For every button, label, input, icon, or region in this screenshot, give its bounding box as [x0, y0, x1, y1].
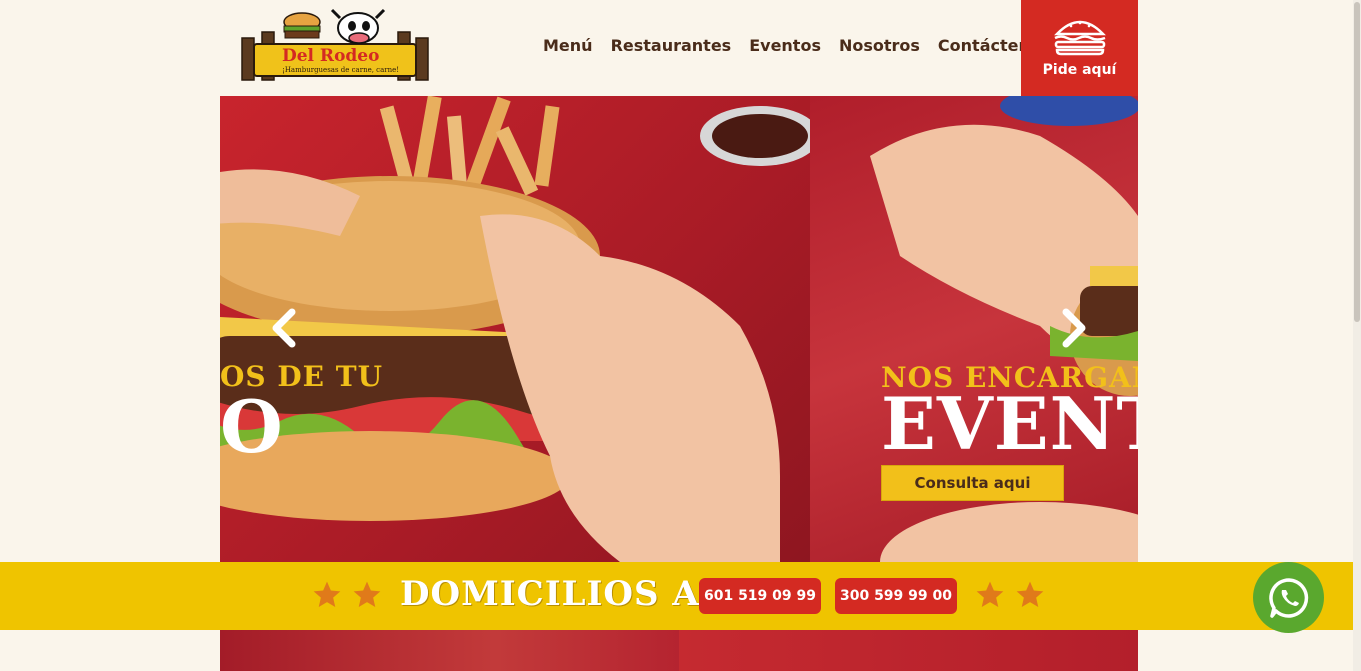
chevron-left-icon	[272, 308, 296, 348]
page-scrollbar[interactable]	[1353, 0, 1361, 671]
whatsapp-button[interactable]	[1253, 562, 1324, 633]
main-nav: Menú Restaurantes Eventos Nosotros Contá…	[543, 36, 1050, 55]
phone-button-landline[interactable]: 601 519 09 99	[699, 578, 821, 614]
slide-1-title: O	[220, 384, 284, 469]
chevron-right-icon	[1062, 308, 1086, 348]
phone-button-mobile[interactable]: 300 599 99 00	[835, 578, 957, 614]
scrollbar-thumb[interactable]	[1354, 2, 1360, 322]
logo-brand-text: Del Rodeo	[282, 46, 380, 66]
stars-left	[311, 579, 383, 611]
preview-image-left	[220, 630, 679, 671]
star-icon	[1016, 581, 1044, 607]
burger-icon	[1053, 20, 1106, 56]
preview-image-right	[679, 630, 1138, 671]
order-here-label: Pide aquí	[1042, 62, 1117, 78]
slide-burger-hand: OS DE TU O	[220, 96, 810, 562]
nav-item-nosotros[interactable]: Nosotros	[839, 36, 920, 55]
star-icon	[976, 581, 1004, 607]
nav-item-eventos[interactable]: Eventos	[749, 36, 821, 55]
slider-next-button[interactable]	[1058, 308, 1090, 348]
consulta-button[interactable]: Consulta aqui	[881, 465, 1064, 501]
hero-slider: OS DE TU O NOS ENCARGAMO EVENT Consulta …	[220, 96, 1138, 562]
order-here-button[interactable]: Pide aquí	[1021, 0, 1138, 96]
next-section-preview	[220, 630, 1138, 671]
delivery-title: DOMICILIOS AL	[400, 574, 725, 614]
star-icon	[353, 581, 381, 607]
whatsapp-icon	[1268, 577, 1308, 618]
nav-item-restaurantes[interactable]: Restaurantes	[611, 36, 732, 55]
nav-item-menu[interactable]: Menú	[543, 36, 593, 55]
logo-tagline-text: ¡Hamburguesas de carne, carne!	[282, 66, 400, 74]
star-icon	[313, 581, 341, 607]
slider-prev-button[interactable]	[268, 308, 300, 348]
brand-logo[interactable]: Del Rodeo ¡Hamburguesas de carne, carne!	[240, 8, 430, 84]
delivery-bar: DOMICILIOS AL 601 519 09 99 300 599 99 0…	[0, 562, 1361, 630]
slide-2-title: EVENT	[881, 381, 1138, 466]
stars-right	[974, 579, 1046, 611]
